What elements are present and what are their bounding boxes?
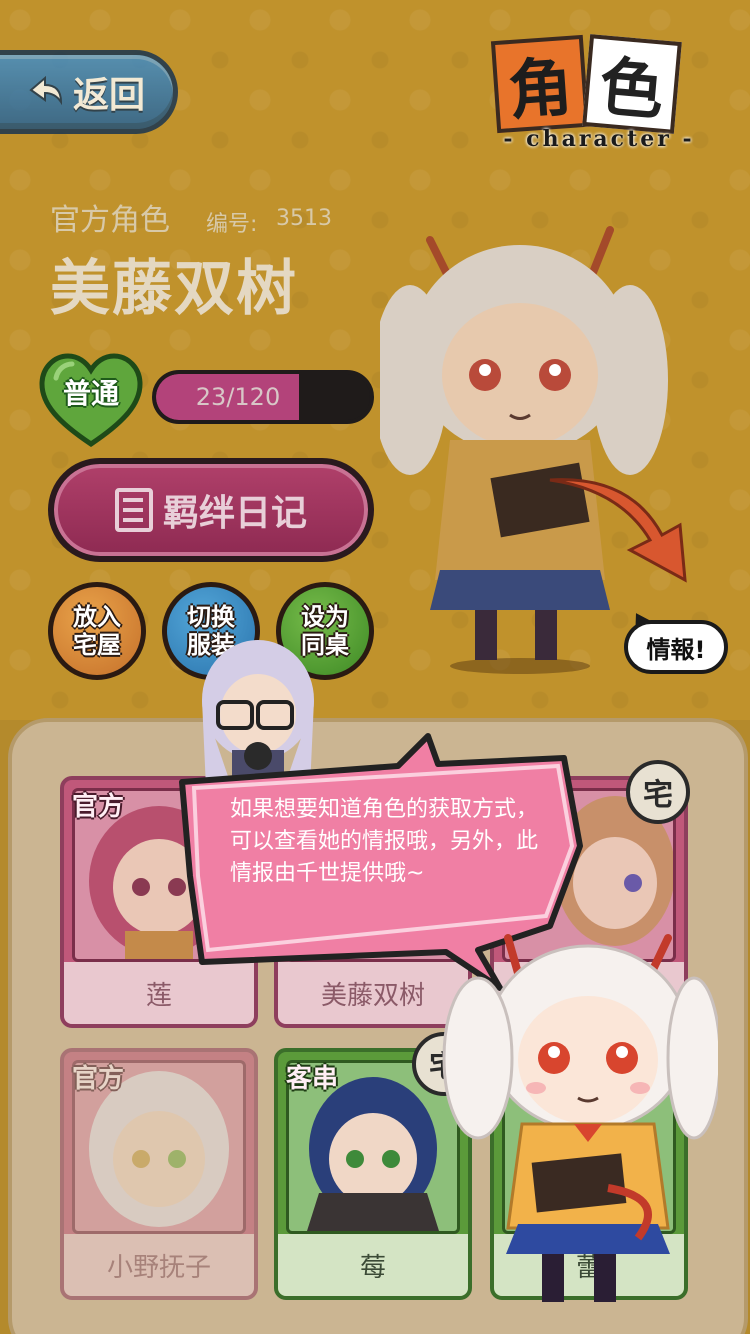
- role-id-label: 编号:: [206, 212, 258, 237]
- card-tag: 官方: [72, 792, 125, 822]
- card-name: 莲: [64, 962, 254, 1024]
- card-tag: 客串: [286, 1064, 339, 1094]
- tutorial-text: 如果想要知道角色的获取方式，可以查看她的情报哦，另外，此情报由千世提供哦~: [230, 797, 539, 886]
- role-type: 官方角色: [50, 203, 170, 238]
- logo-tile-1: 角: [490, 34, 590, 134]
- red-arrow-icon: [549, 478, 687, 583]
- card-name: 小野抚子: [64, 1234, 254, 1296]
- progress-text: 23/120: [195, 383, 281, 411]
- page-logo: 角 色 - character -: [484, 28, 714, 158]
- place-home-button[interactable]: 放入宅屋: [48, 582, 146, 680]
- back-label: 返回: [72, 75, 145, 116]
- back-arrow-icon: [29, 75, 62, 106]
- card-tag: 官方: [72, 1064, 125, 1094]
- main-character-illustration[interactable]: [380, 200, 670, 680]
- info-button[interactable]: 情報!: [624, 620, 728, 674]
- bond-diary-label: 羁绊日记: [162, 493, 307, 534]
- notebook-icon: [114, 488, 153, 532]
- affection-progress-bar: 23/120: [152, 370, 374, 424]
- logo-subtitle: - character -: [503, 126, 695, 152]
- place-home-label: 放入宅屋: [73, 603, 121, 659]
- logo-tile-2: 色: [582, 34, 682, 134]
- role-id: 3513: [276, 206, 332, 231]
- bond-diary-button[interactable]: 羁绊日记: [48, 458, 374, 562]
- character-name: 美藤双树: [50, 254, 298, 324]
- character-card[interactable]: 官方 小野抚子: [60, 1048, 258, 1300]
- affection-level: 普通: [62, 377, 119, 410]
- home-badge: 宅: [626, 760, 690, 824]
- companion-character-illustration: [442, 934, 718, 1302]
- back-button[interactable]: 返回: [0, 50, 178, 134]
